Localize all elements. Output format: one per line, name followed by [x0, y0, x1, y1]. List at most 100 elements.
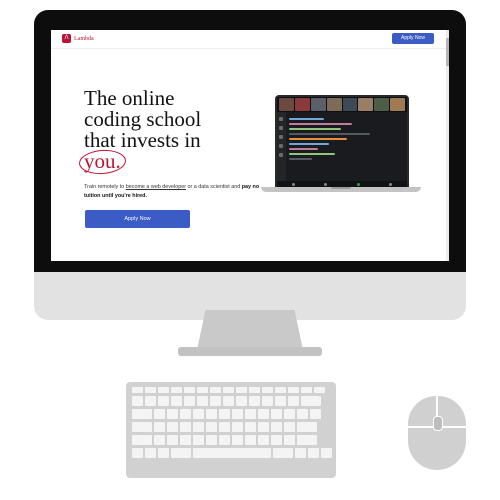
key: [232, 409, 243, 419]
key: [158, 448, 169, 458]
subtext-part-b: or a data scientist and: [185, 184, 242, 190]
key: [210, 396, 221, 406]
extensions-icon: [279, 153, 283, 157]
file-icon: [279, 117, 283, 121]
key: [295, 448, 306, 458]
key: [171, 387, 182, 393]
chat-icon: [389, 182, 393, 186]
monitor-stand-base: [178, 347, 322, 356]
debug-icon: [279, 144, 283, 148]
mic-icon: [291, 182, 295, 186]
code-line: [289, 123, 353, 125]
key: [154, 435, 165, 445]
video-tile: [310, 98, 326, 111]
key: [180, 422, 191, 432]
hero-headline: The online coding school that invests in…: [78, 88, 284, 176]
headline-highlight: you.: [78, 148, 127, 176]
key: [145, 448, 156, 458]
subtext-part-a: Train remotely to: [84, 184, 126, 190]
key: [284, 409, 295, 419]
keyboard-row: [132, 448, 332, 458]
key: [288, 387, 299, 393]
code-line: [289, 128, 341, 130]
key: [245, 409, 256, 419]
video-tile: [390, 98, 405, 111]
key: [206, 422, 217, 432]
key: [262, 387, 273, 393]
key: [154, 422, 165, 432]
key: [310, 409, 321, 419]
key: [132, 409, 152, 419]
video-tile: [279, 98, 294, 111]
key: [271, 422, 282, 432]
key: [184, 387, 195, 393]
code-line: [289, 148, 318, 150]
website-screen: Λ Lambda Apply Now The online coding sch…: [51, 30, 449, 261]
key: [273, 448, 293, 458]
key: [132, 448, 143, 458]
search-icon: [279, 126, 283, 130]
hero-apply-button[interactable]: Apply Now: [85, 210, 190, 228]
laptop-illustration: [261, 95, 421, 201]
key: [258, 422, 269, 432]
editor-sidebar: [277, 112, 286, 182]
scrollbar-thumb[interactable]: [446, 38, 449, 66]
key: [132, 387, 143, 393]
site-nav: Λ Lambda Apply Now: [51, 30, 446, 49]
lambda-logo-icon: Λ: [62, 34, 71, 43]
key: [158, 396, 169, 406]
code-editor: [289, 115, 404, 163]
key: [321, 448, 332, 458]
key: [219, 422, 230, 432]
key: [301, 396, 321, 406]
key: [288, 396, 299, 406]
key: [236, 396, 247, 406]
keyboard-row: [132, 422, 317, 432]
key: [180, 435, 191, 445]
key: [158, 387, 169, 393]
key: [132, 396, 143, 406]
scrollbar[interactable]: [446, 30, 449, 261]
key: [301, 387, 312, 393]
key: [184, 396, 195, 406]
key: [145, 387, 156, 393]
keyboard-row: [132, 435, 317, 445]
video-tile: [374, 98, 390, 111]
key: [249, 387, 260, 393]
headline-line-4: you.: [78, 148, 284, 176]
key: [284, 422, 295, 432]
nav-apply-button[interactable]: Apply Now: [392, 33, 434, 44]
video-tile: [358, 98, 374, 111]
video-tile: [326, 98, 342, 111]
keyboard-function-row: [132, 387, 325, 393]
key: [245, 435, 256, 445]
key: [167, 409, 178, 419]
key: [232, 435, 243, 445]
key: [132, 422, 152, 432]
video-call-strip: [277, 97, 407, 112]
key: [132, 435, 152, 445]
git-icon: [279, 135, 283, 139]
key: [193, 422, 204, 432]
spacebar-key: [193, 448, 271, 458]
site-logo[interactable]: Λ Lambda: [62, 34, 94, 43]
code-line: [289, 158, 312, 160]
key: [145, 396, 156, 406]
key: [219, 409, 230, 419]
key: [154, 409, 165, 419]
share-screen-icon: [356, 182, 360, 186]
key: [197, 396, 208, 406]
key: [245, 422, 256, 432]
key: [275, 387, 286, 393]
key: [297, 422, 317, 432]
subtext-link-web-developer[interactable]: become a web developer: [126, 184, 186, 190]
keyboard-row: [132, 409, 321, 419]
keyboard-icon: [126, 382, 336, 478]
code-line: [289, 133, 370, 135]
key: [271, 435, 282, 445]
key: [258, 435, 269, 445]
key: [275, 396, 286, 406]
key: [171, 448, 191, 458]
key: [258, 409, 269, 419]
monitor-stand: [197, 310, 303, 350]
